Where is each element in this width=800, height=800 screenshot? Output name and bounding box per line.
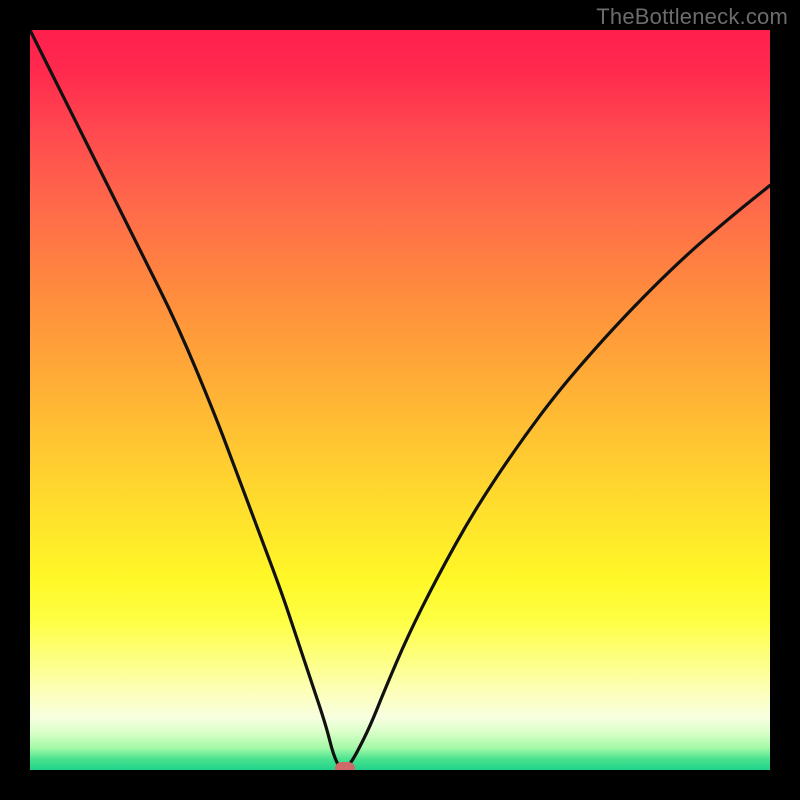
- watermark-text: TheBottleneck.com: [596, 4, 788, 30]
- plot-area: [30, 30, 770, 770]
- bottleneck-curve: [30, 30, 770, 768]
- optimum-marker: [335, 762, 355, 770]
- chart-frame: TheBottleneck.com: [0, 0, 800, 800]
- curve-svg: [30, 30, 770, 770]
